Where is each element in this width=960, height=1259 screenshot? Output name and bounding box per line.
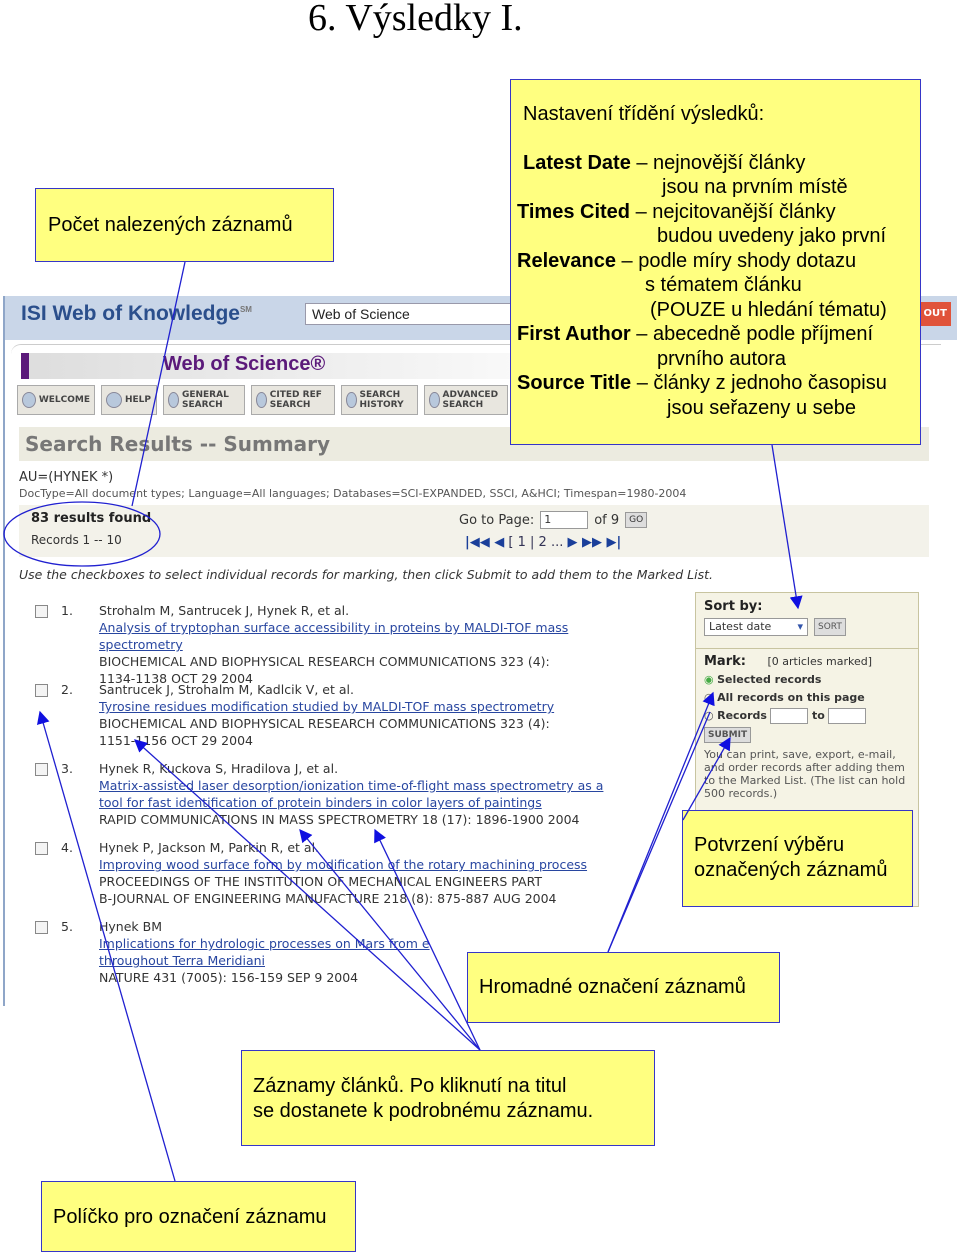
record-title-cont[interactable]: throughout Terra Meridiani: [99, 953, 265, 968]
annotation-records: Záznamy článků. Po kliknutí na titul se d…: [241, 1050, 655, 1146]
page-title: 6. Výsledky I.: [308, 0, 523, 39]
advanced-search-icon: [429, 392, 440, 408]
annotation-checkbox: Políčko pro označení záznamu: [41, 1181, 356, 1252]
sort-label: Sort by:: [704, 599, 763, 614]
annotation-bulk: Hromadné označení záznamů: [467, 952, 780, 1023]
radio-all-records[interactable]: ○ All records on this page: [704, 689, 910, 707]
record-checkbox[interactable]: [35, 605, 48, 618]
record-title[interactable]: Improving wood surface form by modificat…: [99, 857, 587, 872]
record-source: PROCEEDINGS OF THE INSTITUTION OF MECHAN…: [99, 874, 542, 889]
record-title[interactable]: Tyrosine residues modification studied b…: [99, 699, 554, 714]
chevron-down-icon: ▾: [797, 620, 803, 633]
mark-label: Mark:: [704, 654, 746, 669]
pager[interactable]: |◀◀ ◀ [ 1 | 2 ... ▶ ▶▶ ▶|: [465, 535, 621, 550]
record-title-cont[interactable]: spectrometry: [99, 637, 183, 652]
nav-button-search-history[interactable]: SEARCH HISTORY: [341, 385, 418, 415]
instructions: Use the checkboxes to select individual …: [19, 567, 713, 582]
record-authors: Strohalm M, Santrucek J, Hynek R, et al.: [99, 603, 350, 618]
marked-list-note: You can print, save, export, e-mail, and…: [704, 748, 906, 800]
record-authors: Hynek P, Jackson M, Parkin R, et al.: [99, 840, 320, 855]
range-from-input[interactable]: [770, 708, 809, 724]
record-checkbox[interactable]: [35, 763, 48, 776]
range-to-input[interactable]: [828, 708, 867, 724]
sort-button[interactable]: SORT: [814, 618, 846, 636]
record-source-cont: B-JOURNAL OF ENGINEERING MANUFACTURE 218…: [99, 891, 557, 906]
wos-logo: Web of Science®: [163, 353, 326, 375]
record-authors: Santrucek J, Strohalm M, Kadlcik V, et a…: [99, 682, 354, 697]
record-source-cont: 1151-1156 OCT 29 2004: [99, 733, 253, 748]
record-authors: Hynek R, Kuckova S, Hradilova J, et al.: [99, 761, 339, 776]
annotation-sort: Nastavení třídění výsledků: Latest Date …: [510, 79, 921, 445]
record-checkbox[interactable]: [35, 921, 48, 934]
search-icon: [168, 392, 179, 408]
page-input[interactable]: 1: [540, 511, 589, 529]
annotation-count: Počet nalezených záznamů: [35, 188, 334, 262]
record-source: BIOCHEMICAL AND BIOPHYSICAL RESEARCH COM…: [99, 654, 550, 669]
sort-option-desc: First Author – abecedně podle příjmení: [517, 323, 874, 345]
first-page-icon: |◀◀ ◀: [465, 535, 505, 550]
radio-record-range[interactable]: ○ Records to: [704, 707, 910, 725]
record-checkbox[interactable]: [35, 684, 48, 697]
record-source: BIOCHEMICAL AND BIOPHYSICAL RESEARCH COM…: [99, 716, 550, 731]
goto-label: Go to Page:: [459, 512, 535, 528]
nav-button-cited-ref-search[interactable]: CITED REF SEARCH: [251, 385, 335, 415]
record-title[interactable]: Implications for hydrologic processes on…: [99, 936, 430, 951]
marked-count: [0 articles marked]: [767, 655, 872, 668]
records-range: Records 1 -- 10: [31, 533, 122, 547]
history-icon: [346, 392, 357, 408]
record-title[interactable]: Matrix-assisted laser desorption/ionizat…: [99, 778, 603, 793]
radio-selected-records[interactable]: ◉ Selected records: [704, 671, 910, 689]
submit-button[interactable]: SUBMIT: [704, 727, 752, 743]
annotation-confirm: Potvrzení výběru označených záznamů: [682, 810, 913, 907]
go-button[interactable]: GO: [625, 512, 648, 528]
next-page-icon: ▶ ▶▶ ▶|: [567, 535, 622, 550]
sort-option-desc: Relevance – podle míry shody dotazu: [517, 249, 857, 272]
query-limits: DocType=All document types; Language=All…: [19, 487, 687, 500]
query: AU=(HYNEK *): [19, 470, 114, 485]
home-icon: [22, 392, 36, 408]
nav-button-help[interactable]: HELP: [101, 385, 157, 415]
help-icon: [106, 392, 122, 408]
results-count: 83 results found: [31, 511, 152, 526]
results-bar: 83 results found Records 1 -- 10 Go to P…: [19, 505, 929, 557]
sort-option-desc: Source Title – články z jednoho časopisu: [517, 372, 887, 394]
record-title[interactable]: Analysis of tryptophan surface accessibi…: [99, 620, 568, 635]
record-source: RAPID COMMUNICATIONS IN MASS SPECTROMETR…: [99, 812, 580, 827]
isi-logo: ISI Web of KnowledgeSM: [21, 302, 252, 325]
sort-select[interactable]: Latest date ▾: [704, 618, 808, 636]
nav-button-welcome[interactable]: WELCOME: [17, 385, 95, 415]
database-select[interactable]: Web of Science: [305, 303, 525, 325]
record-title-cont[interactable]: tool for fast identification of protein …: [99, 795, 542, 810]
nav-button-advanced-search[interactable]: ADVANCED SEARCH: [424, 385, 508, 415]
page-count: of 9: [594, 512, 620, 528]
sort-option-desc: Latest Date – nejnovější články: [523, 151, 806, 174]
nav-button-general-search[interactable]: GENERAL SEARCH: [163, 385, 245, 415]
search-icon: [256, 392, 267, 408]
record-authors: Hynek BM: [99, 919, 162, 934]
sort-option-desc: Times Cited – nejcitovanější články: [517, 200, 836, 223]
record-checkbox[interactable]: [35, 842, 48, 855]
